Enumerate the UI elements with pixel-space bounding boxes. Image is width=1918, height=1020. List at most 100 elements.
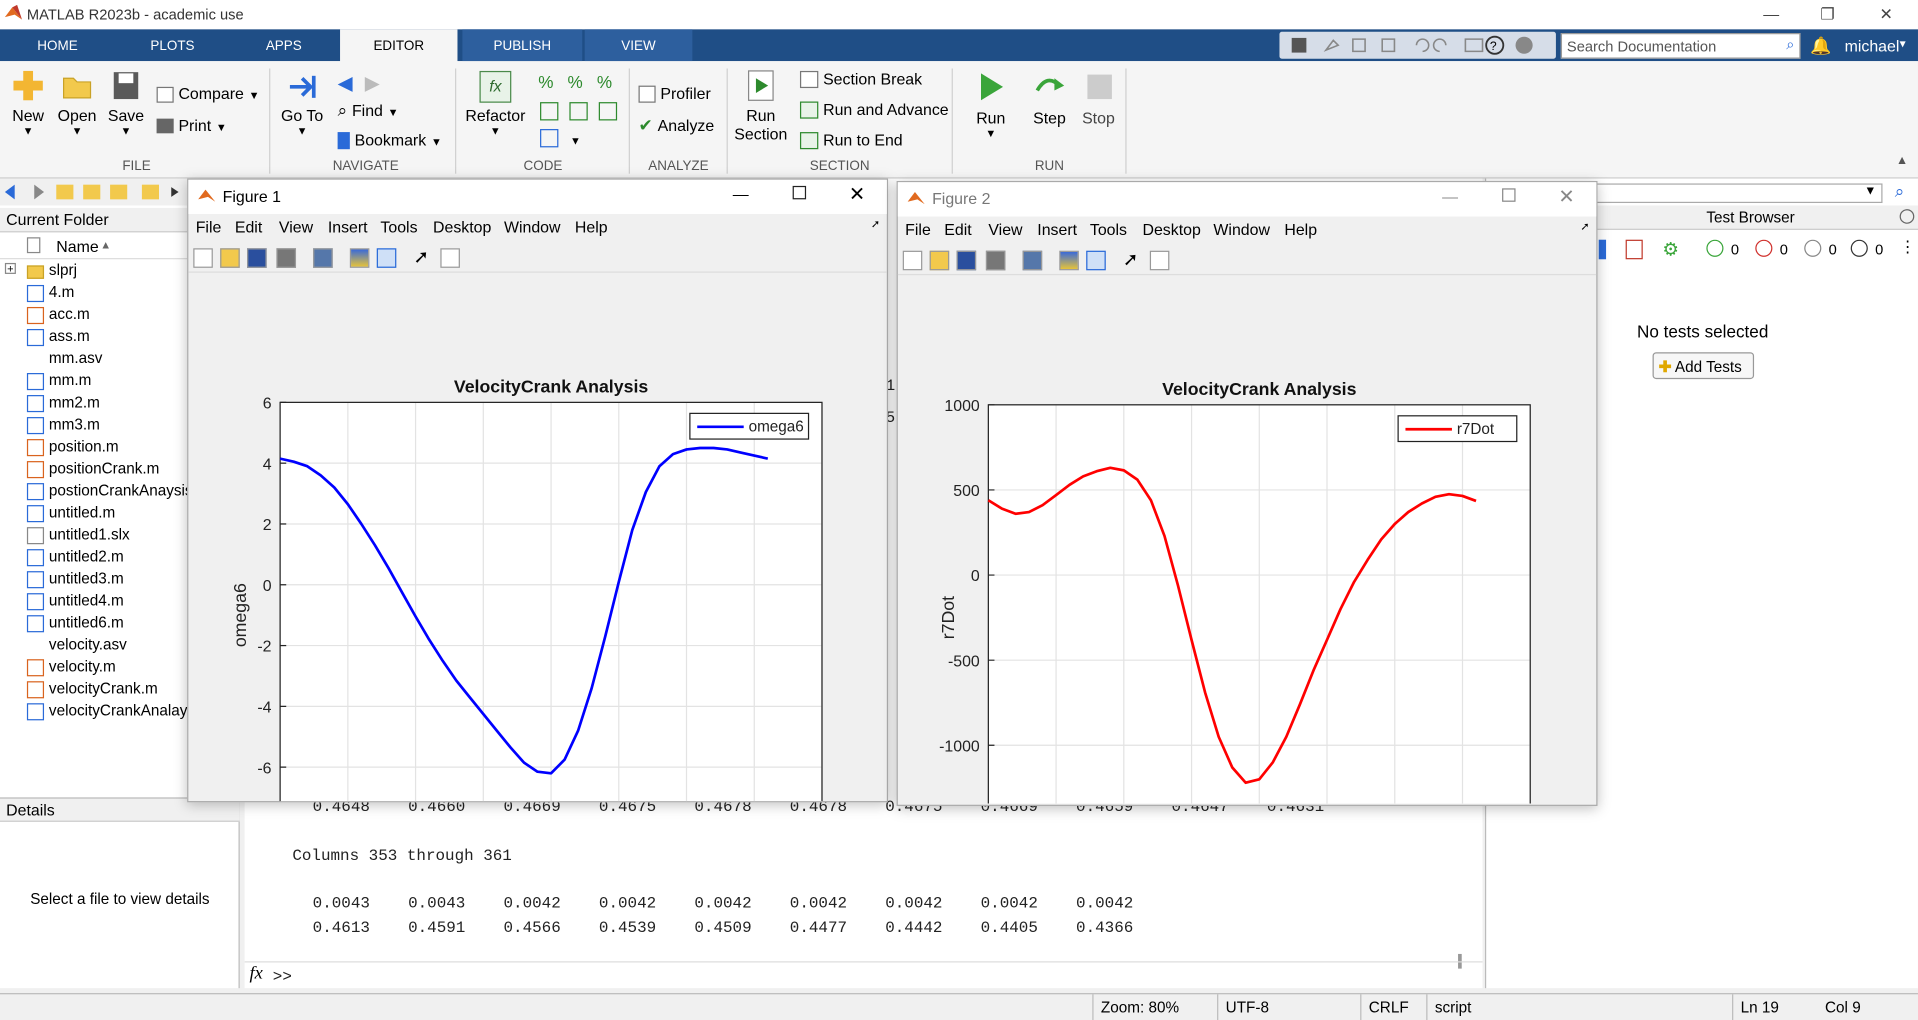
print-button[interactable]: Print ▼ bbox=[156, 115, 227, 135]
figure-minimize-icon[interactable]: — bbox=[733, 185, 749, 203]
property-inspector-icon[interactable] bbox=[440, 248, 460, 268]
print-figure-icon[interactable] bbox=[985, 250, 1006, 271]
forward-arrow-icon[interactable]: ▶ bbox=[365, 73, 380, 94]
save-figure-icon[interactable] bbox=[247, 248, 267, 268]
refactor-button[interactable]: fx Refactor ▼ bbox=[465, 70, 526, 137]
status-eol[interactable]: CRLF bbox=[1360, 994, 1426, 1020]
step-button[interactable]: Step bbox=[1027, 68, 1071, 127]
test-search-icon[interactable]: ⌕ bbox=[1895, 181, 1905, 202]
menu-desktop[interactable]: Desktop bbox=[433, 218, 491, 236]
menu-desktop[interactable]: Desktop bbox=[1142, 220, 1200, 238]
menu-edit[interactable]: Edit bbox=[944, 220, 971, 238]
save-icon[interactable] bbox=[1291, 37, 1307, 53]
run-button[interactable]: Run ▼ bbox=[969, 68, 1013, 139]
figure-2-plot[interactable]: 050100150200250300350400-1500-1000-50005… bbox=[898, 278, 1596, 804]
tab-apps[interactable]: APPS bbox=[230, 29, 338, 61]
run-and-advance-button[interactable]: Run and Advance bbox=[799, 99, 949, 119]
tab-plots[interactable]: PLOTS bbox=[115, 29, 230, 61]
path-chevron-icon[interactable] bbox=[171, 187, 179, 197]
tab-view[interactable]: VIEW bbox=[584, 29, 693, 62]
figure-minimize-icon[interactable]: — bbox=[1442, 187, 1458, 205]
menu-file[interactable]: File bbox=[196, 218, 222, 236]
menu-file[interactable]: File bbox=[905, 220, 931, 238]
figure-maximize-icon[interactable] bbox=[792, 185, 807, 200]
more-options-icon[interactable]: ⋮ bbox=[1900, 237, 1916, 257]
figure-maximize-icon[interactable] bbox=[1502, 188, 1516, 202]
test-browser-path-select[interactable]: ▼ bbox=[1596, 183, 1883, 204]
status-zoom[interactable]: Zoom: 80% bbox=[1092, 994, 1217, 1020]
user-menu[interactable]: michael bbox=[1845, 37, 1900, 55]
back-arrow-icon[interactable]: ◀ bbox=[338, 73, 353, 94]
notification-bell-icon[interactable]: 🔔 bbox=[1810, 35, 1831, 56]
code-tools-icons[interactable]: % % % ▼ bbox=[536, 71, 624, 149]
compare-button[interactable]: Compare ▼ bbox=[156, 83, 260, 103]
browse-folder-icon[interactable] bbox=[83, 184, 101, 200]
test-report-icon[interactable] bbox=[1625, 239, 1643, 260]
run-section-button[interactable]: Run Section bbox=[734, 68, 788, 143]
function-browser-icon[interactable]: fx bbox=[250, 964, 263, 985]
command-prompt[interactable]: >> bbox=[273, 967, 292, 985]
menu-help[interactable]: Help bbox=[1284, 220, 1317, 238]
expand-folder-icon[interactable]: + bbox=[4, 262, 16, 275]
status-encoding[interactable]: UTF-8 bbox=[1217, 994, 1360, 1020]
menu-help[interactable]: Help bbox=[575, 218, 608, 236]
open-file-icon[interactable] bbox=[220, 248, 240, 268]
find-button[interactable]: ⌕ Find ▼ bbox=[338, 100, 399, 121]
menu-view[interactable]: View bbox=[988, 220, 1022, 238]
current-folder-icon[interactable] bbox=[141, 184, 160, 200]
figure-close-icon[interactable]: ✕ bbox=[1558, 185, 1574, 209]
goto-button[interactable]: Go To ▼ bbox=[279, 71, 325, 137]
indent-icon[interactable] bbox=[540, 102, 559, 121]
collapse-ribbon-icon[interactable]: ▲ bbox=[1896, 154, 1908, 167]
legend-icon[interactable] bbox=[1086, 250, 1106, 271]
pointer-arrow-icon[interactable]: ➚ bbox=[413, 246, 428, 268]
community-icon[interactable] bbox=[1515, 36, 1533, 54]
open-file-icon[interactable] bbox=[929, 250, 950, 271]
pointer-arrow-icon[interactable]: ➚ bbox=[1123, 248, 1138, 270]
minimize-icon[interactable]: — bbox=[1747, 2, 1796, 26]
insert-function-icon[interactable] bbox=[540, 129, 559, 148]
folder-path-icon[interactable] bbox=[110, 184, 128, 200]
close-icon[interactable]: ✕ bbox=[1862, 2, 1911, 26]
dock-arrow-icon[interactable]: ➚ bbox=[871, 218, 880, 231]
dock-arrow-icon[interactable]: ➚ bbox=[1580, 220, 1589, 233]
new-figure-icon[interactable] bbox=[193, 248, 213, 268]
run-to-end-button[interactable]: Run to End bbox=[799, 130, 903, 150]
figure-close-icon[interactable]: ✕ bbox=[849, 182, 865, 206]
section-break-button[interactable]: Section Break bbox=[799, 68, 922, 89]
colorbar-icon[interactable] bbox=[349, 248, 370, 268]
save-button[interactable]: Save ▼ bbox=[108, 68, 145, 137]
menu-tools[interactable]: Tools bbox=[1090, 220, 1127, 238]
profiler-button[interactable]: Profiler bbox=[638, 83, 711, 104]
save-figure-icon[interactable] bbox=[956, 250, 977, 271]
stop-button[interactable]: Stop bbox=[1076, 68, 1120, 127]
analyze-button[interactable]: ✔ Analyze bbox=[639, 115, 715, 136]
menu-tools[interactable]: Tools bbox=[380, 218, 417, 236]
comment-percent-icon[interactable]: % bbox=[538, 73, 553, 92]
panel-options-icon[interactable] bbox=[1899, 209, 1915, 224]
new-figure-icon[interactable] bbox=[902, 250, 923, 271]
menu-window[interactable]: Window bbox=[1213, 220, 1270, 238]
wrap-comments-icon[interactable]: % bbox=[597, 73, 612, 92]
menu-insert[interactable]: Insert bbox=[328, 218, 368, 236]
run-tests-gear-icon[interactable]: ⚙ bbox=[1662, 238, 1678, 261]
link-plot-icon[interactable] bbox=[313, 248, 333, 268]
property-inspector-icon[interactable] bbox=[1149, 250, 1170, 271]
tab-editor[interactable]: EDITOR bbox=[340, 29, 458, 64]
decrease-indent-icon[interactable] bbox=[569, 102, 588, 121]
test-panel-icon[interactable] bbox=[1598, 239, 1607, 260]
legend-icon[interactable] bbox=[376, 248, 397, 268]
link-plot-icon[interactable] bbox=[1022, 250, 1043, 271]
search-documentation-input[interactable]: Search Documentation ⌕ bbox=[1560, 33, 1801, 59]
print-figure-icon[interactable] bbox=[276, 248, 297, 268]
menu-window[interactable]: Window bbox=[504, 218, 561, 236]
colorbar-icon[interactable] bbox=[1059, 250, 1079, 271]
menu-insert[interactable]: Insert bbox=[1037, 220, 1077, 238]
figure-1-plot[interactable]: 050100150200250300350400-8-6-4-20246omeg… bbox=[188, 275, 886, 802]
uncomment-icon[interactable]: % bbox=[568, 73, 583, 92]
tab-publish[interactable]: PUBLISH bbox=[462, 29, 583, 62]
add-tests-button[interactable]: ✚ Add Tests bbox=[1652, 352, 1755, 380]
menu-view[interactable]: View bbox=[279, 218, 313, 236]
menu-edit[interactable]: Edit bbox=[235, 218, 262, 236]
figure-1-window[interactable]: Figure 1 — ✕ File Edit View Insert Tools… bbox=[187, 178, 889, 803]
